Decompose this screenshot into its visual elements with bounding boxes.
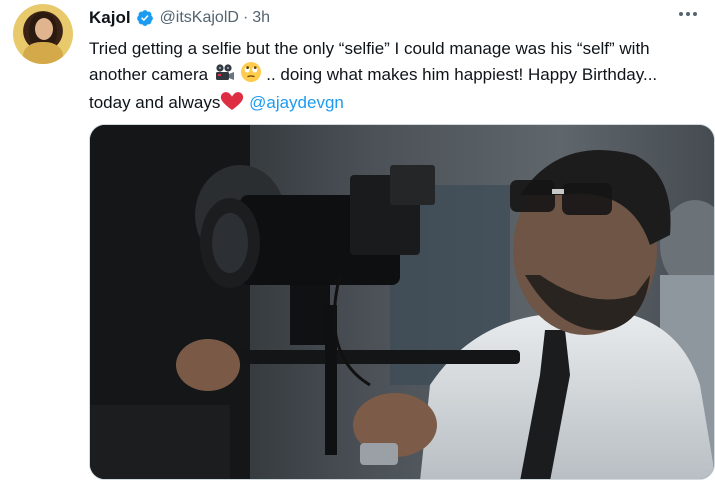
- tweet-text-line2a: another camera: [89, 65, 213, 84]
- movie-camera-emoji-icon: [213, 63, 235, 90]
- mention-link[interactable]: @ajaydevgn: [249, 93, 344, 112]
- author-handle[interactable]: @itsKajolD: [160, 9, 239, 27]
- more-dot: [693, 12, 697, 16]
- tweet-header: Kajol @itsKajolD · 3h: [89, 7, 270, 29]
- red-heart-emoji-icon: [220, 91, 244, 118]
- tweet-text-line3a: today and always: [89, 93, 221, 112]
- tweet-photo[interactable]: [89, 124, 715, 480]
- tweet-timestamp[interactable]: 3h: [252, 9, 270, 27]
- tweet-text-line2b: .. doing what makes him happiest! Happy …: [261, 65, 658, 84]
- avatar[interactable]: [13, 4, 73, 64]
- tweet-text: Tried getting a selfie but the only “sel…: [89, 36, 709, 118]
- photo-illustration: [90, 125, 714, 479]
- avatar-dress: [23, 42, 63, 64]
- eye-roll-emoji-icon: [240, 61, 262, 90]
- more-dot: [679, 12, 683, 16]
- author-name[interactable]: Kajol: [89, 8, 131, 28]
- tweet-text-line1: Tried getting a selfie but the only “sel…: [89, 39, 650, 58]
- header-separator: ·: [242, 9, 249, 26]
- tweet[interactable]: Kajol @itsKajolD · 3h Tried getting a se…: [0, 0, 715, 485]
- more-dot: [686, 12, 690, 16]
- more-options-icon[interactable]: [677, 6, 699, 22]
- verified-badge-icon: [136, 9, 154, 27]
- avatar-face: [35, 18, 53, 40]
